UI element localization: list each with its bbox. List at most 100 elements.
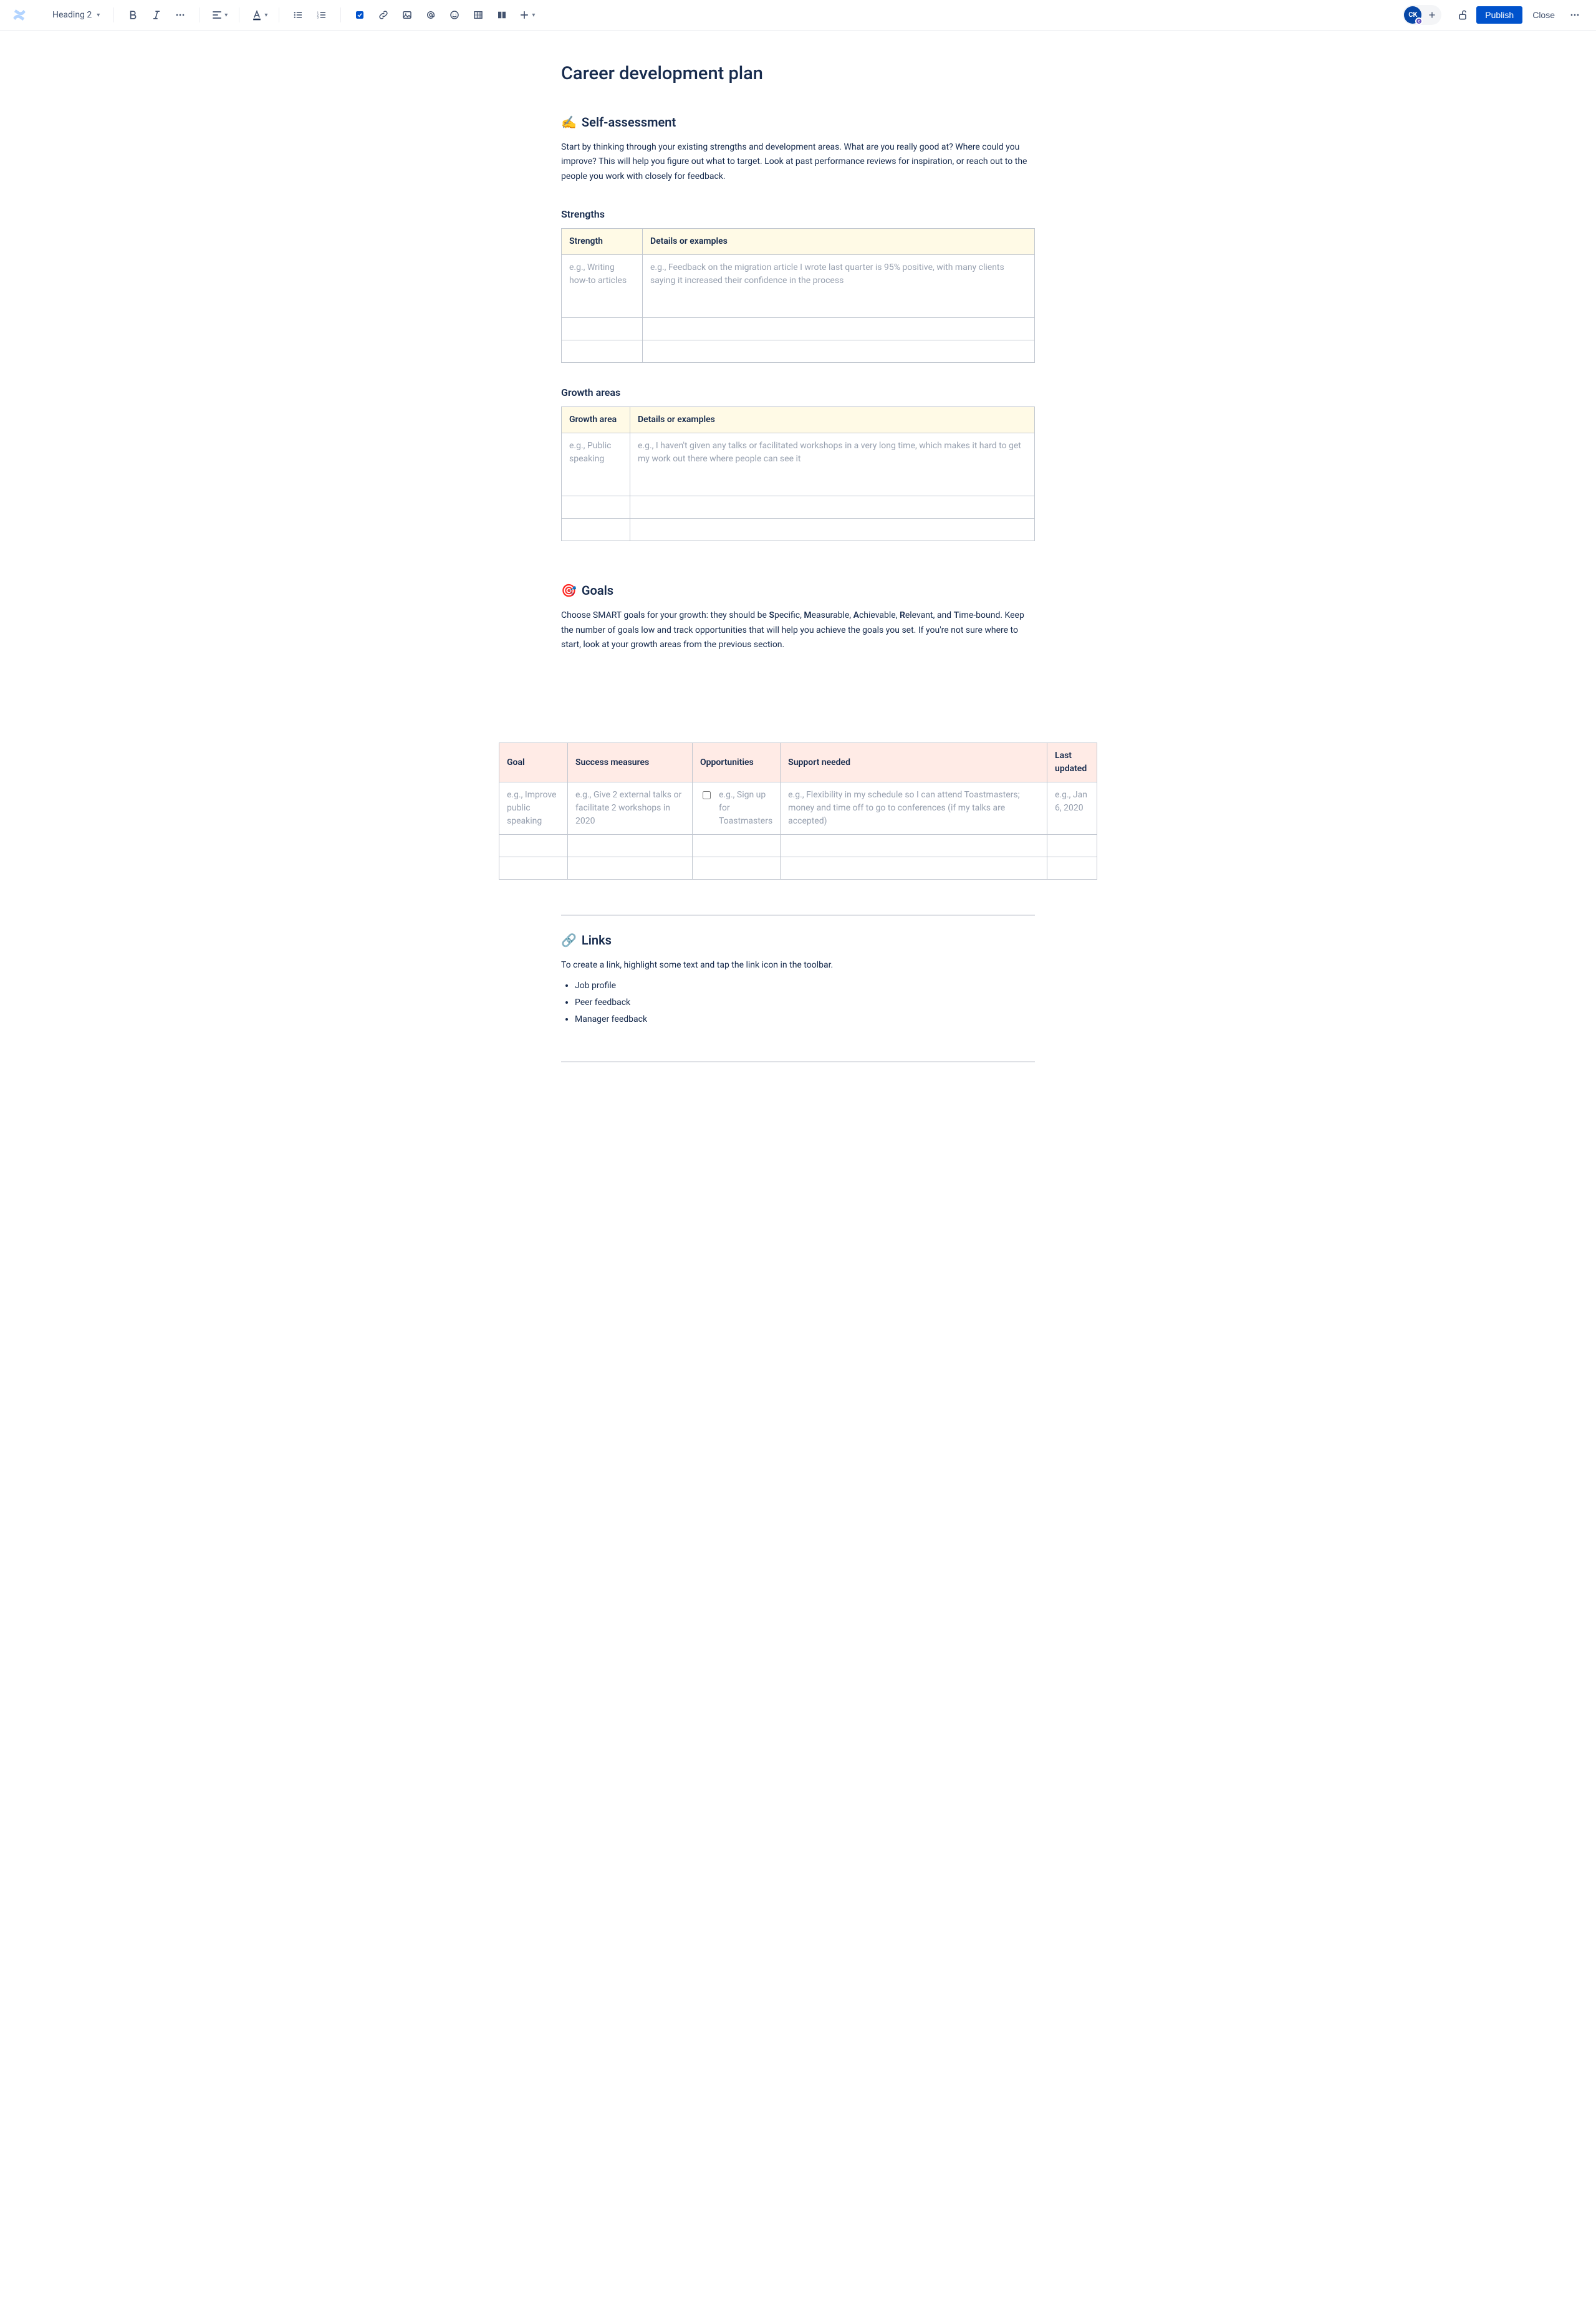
- table-cell[interactable]: [1047, 857, 1097, 880]
- table-cell[interactable]: [781, 857, 1047, 880]
- chevron-down-icon: ▾: [97, 11, 100, 20]
- toolbar-separator: [340, 7, 341, 22]
- self-assessment-intro[interactable]: Start by thinking through your existing …: [561, 140, 1035, 185]
- table-row: e.g., Public speaking e.g., I haven't gi…: [562, 433, 1035, 496]
- image-button[interactable]: [397, 5, 417, 25]
- table-cell[interactable]: [630, 496, 1035, 518]
- table-cell[interactable]: e.g., Writing how-to articles: [562, 254, 643, 317]
- text-color-button[interactable]: ▾: [248, 5, 270, 25]
- table-cell[interactable]: e.g., Sign up for Toastmasters: [693, 782, 781, 835]
- action-item-checkbox[interactable]: [703, 791, 711, 799]
- italic-button[interactable]: [147, 5, 166, 25]
- more-actions-button[interactable]: [1565, 5, 1585, 25]
- links-heading[interactable]: 🔗 Links: [561, 931, 1035, 949]
- table-cell[interactable]: [562, 317, 643, 340]
- presence-indicator-icon: c: [1415, 17, 1423, 25]
- table-cell[interactable]: [499, 835, 568, 857]
- divider: [561, 1061, 1035, 1062]
- table-cell[interactable]: [693, 835, 781, 857]
- bold-button[interactable]: [123, 5, 143, 25]
- numbered-list-button[interactable]: 123: [312, 5, 332, 25]
- mention-button[interactable]: [421, 5, 441, 25]
- table-header[interactable]: Goal: [499, 743, 568, 782]
- table-cell[interactable]: e.g., I haven't given any talks or facil…: [630, 433, 1035, 496]
- growth-table[interactable]: Growth area Details or examples e.g., Pu…: [561, 406, 1035, 541]
- self-assessment-heading[interactable]: ✍️ Self-assessment: [561, 113, 1035, 132]
- link-button[interactable]: [373, 5, 393, 25]
- list-item[interactable]: Manager feedback: [575, 1013, 1035, 1026]
- table-cell[interactable]: e.g., Give 2 external talks or facilitat…: [568, 782, 693, 835]
- table-cell[interactable]: [562, 340, 643, 362]
- table-header[interactable]: Opportunities: [693, 743, 781, 782]
- table-button[interactable]: [468, 5, 488, 25]
- table-header[interactable]: Details or examples: [643, 228, 1035, 254]
- text-style-select[interactable]: Heading 2 ▾: [47, 6, 105, 24]
- links-intro[interactable]: To create a link, highlight some text an…: [561, 958, 1035, 973]
- heading-text: Goals: [582, 581, 613, 600]
- table-row: [562, 518, 1035, 541]
- heading-text: Self-assessment: [582, 113, 676, 132]
- chevron-down-icon: ▾: [224, 11, 228, 20]
- invite-button[interactable]: [1424, 7, 1440, 23]
- emoji-button[interactable]: [445, 5, 464, 25]
- link-emoji-icon: 🔗: [561, 931, 577, 949]
- table-cell[interactable]: [643, 317, 1035, 340]
- table-header[interactable]: Strength: [562, 228, 643, 254]
- table-cell[interactable]: [499, 857, 568, 880]
- table-cell[interactable]: [568, 835, 693, 857]
- toolbar-separator: [199, 7, 200, 22]
- table-cell[interactable]: e.g., Improve public speaking: [499, 782, 568, 835]
- confluence-logo-icon[interactable]: [11, 7, 27, 23]
- table-cell[interactable]: [630, 518, 1035, 541]
- bullet-list-button[interactable]: [288, 5, 308, 25]
- layouts-button[interactable]: [492, 5, 512, 25]
- table-header[interactable]: Support needed: [781, 743, 1047, 782]
- list-item[interactable]: Peer feedback: [575, 996, 1035, 1009]
- publish-button[interactable]: Publish: [1476, 6, 1522, 24]
- heading-text: Links: [582, 931, 612, 949]
- table-header[interactable]: Details or examples: [630, 406, 1035, 433]
- toolbar-separator: [113, 7, 114, 22]
- svg-text:3: 3: [317, 16, 319, 19]
- action-item-button[interactable]: [350, 5, 370, 25]
- alignment-button[interactable]: ▾: [208, 5, 230, 25]
- more-formatting-button[interactable]: [170, 5, 190, 25]
- table-cell[interactable]: e.g., Feedback on the migration article …: [643, 254, 1035, 317]
- close-button[interactable]: Close: [1526, 6, 1561, 24]
- table-cell[interactable]: [562, 496, 630, 518]
- target-emoji-icon: 🎯: [561, 581, 577, 600]
- insert-more-button[interactable]: ▾: [516, 5, 537, 25]
- table-row: [499, 835, 1097, 857]
- user-avatar[interactable]: CK c: [1404, 6, 1421, 24]
- growth-heading[interactable]: Growth areas: [561, 385, 1035, 400]
- list-item[interactable]: Job profile: [575, 979, 1035, 993]
- table-cell[interactable]: [1047, 835, 1097, 857]
- strengths-heading[interactable]: Strengths: [561, 207, 1035, 222]
- writing-hand-emoji-icon: ✍️: [561, 113, 577, 132]
- strengths-table[interactable]: Strength Details or examples e.g., Writi…: [561, 228, 1035, 363]
- table-header[interactable]: Success measures: [568, 743, 693, 782]
- table-cell[interactable]: e.g., Public speaking: [562, 433, 630, 496]
- table-row: [562, 317, 1035, 340]
- goals-table[interactable]: Goal Success measures Opportunities Supp…: [499, 743, 1097, 880]
- table-row: [562, 340, 1035, 362]
- table-cell[interactable]: [568, 857, 693, 880]
- table-header[interactable]: Last updated: [1047, 743, 1097, 782]
- table-header[interactable]: Growth area: [562, 406, 630, 433]
- goals-intro[interactable]: Choose SMART goals for your growth: they…: [561, 608, 1035, 653]
- table-cell[interactable]: [781, 835, 1047, 857]
- restrictions-button[interactable]: [1453, 5, 1473, 25]
- table-cell[interactable]: e.g., Flexibility in my schedule so I ca…: [781, 782, 1047, 835]
- action-item-text: e.g., Sign up for Toastmasters: [719, 789, 772, 828]
- page-title[interactable]: Career development plan: [561, 60, 1035, 88]
- editor-toolbar: Heading 2 ▾ ▾ ▾ 123 ▾ CK c Publish Close: [0, 0, 1596, 31]
- goals-heading[interactable]: 🎯 Goals: [561, 581, 1035, 600]
- table-row: e.g., Writing how-to articles e.g., Feed…: [562, 254, 1035, 317]
- table-row: e.g., Improve public speaking e.g., Give…: [499, 782, 1097, 835]
- table-cell[interactable]: [643, 340, 1035, 362]
- table-cell[interactable]: [693, 857, 781, 880]
- table-cell[interactable]: [562, 518, 630, 541]
- text-style-label: Heading 2: [52, 9, 92, 22]
- links-list[interactable]: Job profile Peer feedback Manager feedba…: [561, 979, 1035, 1026]
- table-cell[interactable]: e.g., Jan 6, 2020: [1047, 782, 1097, 835]
